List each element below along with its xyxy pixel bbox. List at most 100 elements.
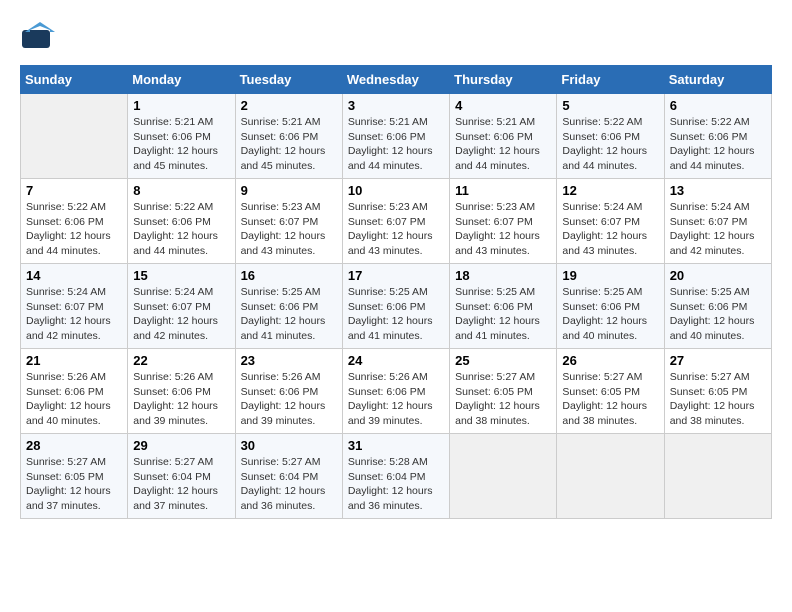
- calendar-cell: [450, 434, 557, 519]
- calendar-week-row: 28 Sunrise: 5:27 AM Sunset: 6:05 PM Dayli…: [21, 434, 772, 519]
- day-info: Sunrise: 5:25 AM Sunset: 6:06 PM Dayligh…: [348, 285, 444, 344]
- day-number: 10: [348, 183, 444, 198]
- day-info: Sunrise: 5:26 AM Sunset: 6:06 PM Dayligh…: [133, 370, 229, 429]
- day-info: Sunrise: 5:27 AM Sunset: 6:04 PM Dayligh…: [241, 455, 337, 514]
- day-info: Sunrise: 5:27 AM Sunset: 6:05 PM Dayligh…: [562, 370, 658, 429]
- calendar-cell: 18Sunrise: 5:25 AM Sunset: 6:06 PM Dayli…: [450, 264, 557, 349]
- day-number: 31: [348, 438, 444, 453]
- day-info: Sunrise: 5:27 AM Sunset: 6:05 PM Dayligh…: [455, 370, 551, 429]
- day-info: Sunrise: 5:23 AM Sunset: 6:07 PM Dayligh…: [455, 200, 551, 259]
- column-header-friday: Friday: [557, 66, 664, 94]
- column-header-thursday: Thursday: [450, 66, 557, 94]
- day-number: 28: [26, 438, 122, 453]
- calendar-cell: 6 Sunrise: 5:22 AM Sunset: 6:06 PM Daylig…: [664, 94, 771, 179]
- calendar-table: SundayMondayTuesdayWednesdayThursdayFrid…: [20, 65, 772, 519]
- day-number: 16: [241, 268, 337, 283]
- calendar-cell: 29Sunrise: 5:27 AM Sunset: 6:04 PM Dayli…: [128, 434, 235, 519]
- day-info: Sunrise: 5:21 AM Sunset: 6:06 PM Dayligh…: [241, 115, 337, 174]
- day-info: Sunrise: 5:28 AM Sunset: 6:04 PM Dayligh…: [348, 455, 444, 514]
- page-header: [20, 20, 772, 55]
- calendar-week-row: 21 Sunrise: 5:26 AM Sunset: 6:06 PM Dayli…: [21, 349, 772, 434]
- day-info: Sunrise: 5:25 AM Sunset: 6:06 PM Dayligh…: [455, 285, 551, 344]
- day-info: Sunrise: 5:21 AM Sunset: 6:06 PM Dayligh…: [455, 115, 551, 174]
- calendar-cell: 2 Sunrise: 5:21 AM Sunset: 6:06 PM Daylig…: [235, 94, 342, 179]
- day-info: Sunrise: 5:27 AM Sunset: 6:05 PM Dayligh…: [26, 455, 122, 514]
- calendar-cell: 20Sunrise: 5:25 AM Sunset: 6:06 PM Dayli…: [664, 264, 771, 349]
- calendar-cell: 21 Sunrise: 5:26 AM Sunset: 6:06 PM Dayli…: [21, 349, 128, 434]
- calendar-cell: 1 Sunrise: 5:21 AM Sunset: 6:06 PM Daylig…: [128, 94, 235, 179]
- calendar-cell: 13 Sunrise: 5:24 AM Sunset: 6:07 PM Dayli…: [664, 179, 771, 264]
- day-info: Sunrise: 5:25 AM Sunset: 6:06 PM Dayligh…: [562, 285, 658, 344]
- calendar-cell: 23 Sunrise: 5:26 AM Sunset: 6:06 PM Dayli…: [235, 349, 342, 434]
- day-info: Sunrise: 5:22 AM Sunset: 6:06 PM Dayligh…: [562, 115, 658, 174]
- day-number: 7: [26, 183, 122, 198]
- day-info: Sunrise: 5:27 AM Sunset: 6:05 PM Dayligh…: [670, 370, 766, 429]
- calendar-cell: 5 Sunrise: 5:22 AM Sunset: 6:06 PM Daylig…: [557, 94, 664, 179]
- calendar-cell: 10 Sunrise: 5:23 AM Sunset: 6:07 PM Dayli…: [342, 179, 449, 264]
- calendar-cell: 30 Sunrise: 5:27 AM Sunset: 6:04 PM Dayli…: [235, 434, 342, 519]
- column-header-tuesday: Tuesday: [235, 66, 342, 94]
- calendar-cell: 26Sunrise: 5:27 AM Sunset: 6:05 PM Dayli…: [557, 349, 664, 434]
- day-number: 29: [133, 438, 229, 453]
- calendar-cell: 15 Sunrise: 5:24 AM Sunset: 6:07 PM Dayli…: [128, 264, 235, 349]
- day-number: 27: [670, 353, 766, 368]
- day-number: 14: [26, 268, 122, 283]
- day-number: 30: [241, 438, 337, 453]
- day-number: 23: [241, 353, 337, 368]
- calendar-cell: [21, 94, 128, 179]
- day-info: Sunrise: 5:23 AM Sunset: 6:07 PM Dayligh…: [348, 200, 444, 259]
- day-number: 5: [562, 98, 658, 113]
- calendar-cell: 12Sunrise: 5:24 AM Sunset: 6:07 PM Dayli…: [557, 179, 664, 264]
- column-header-saturday: Saturday: [664, 66, 771, 94]
- day-number: 6: [670, 98, 766, 113]
- day-info: Sunrise: 5:25 AM Sunset: 6:06 PM Dayligh…: [241, 285, 337, 344]
- day-number: 1: [133, 98, 229, 113]
- calendar-cell: 19Sunrise: 5:25 AM Sunset: 6:06 PM Dayli…: [557, 264, 664, 349]
- day-info: Sunrise: 5:21 AM Sunset: 6:06 PM Dayligh…: [133, 115, 229, 174]
- calendar-cell: 11 Sunrise: 5:23 AM Sunset: 6:07 PM Dayli…: [450, 179, 557, 264]
- day-number: 8: [133, 183, 229, 198]
- day-number: 2: [241, 98, 337, 113]
- day-info: Sunrise: 5:21 AM Sunset: 6:06 PM Dayligh…: [348, 115, 444, 174]
- calendar-cell: 7Sunrise: 5:22 AM Sunset: 6:06 PM Daylig…: [21, 179, 128, 264]
- calendar-week-row: 7 Sunrise: 5:22 AM Sunset: 6:06 PM Daylig…: [21, 179, 772, 264]
- day-number: 22: [133, 353, 229, 368]
- day-info: Sunrise: 5:23 AM Sunset: 6:07 PM Dayligh…: [241, 200, 337, 259]
- calendar-cell: 9 Sunrise: 5:23 AM Sunset: 6:07 PM Daylig…: [235, 179, 342, 264]
- calendar-week-row: 14 Sunrise: 5:24 AM Sunset: 6:07 PM Dayli…: [21, 264, 772, 349]
- column-header-wednesday: Wednesday: [342, 66, 449, 94]
- day-number: 15: [133, 268, 229, 283]
- day-info: Sunrise: 5:26 AM Sunset: 6:06 PM Dayligh…: [348, 370, 444, 429]
- day-info: Sunrise: 5:24 AM Sunset: 6:07 PM Dayligh…: [133, 285, 229, 344]
- calendar-cell: 8 Sunrise: 5:22 AM Sunset: 6:06 PM Daylig…: [128, 179, 235, 264]
- day-info: Sunrise: 5:22 AM Sunset: 6:06 PM Dayligh…: [133, 200, 229, 259]
- calendar-cell: 28 Sunrise: 5:27 AM Sunset: 6:05 PM Dayli…: [21, 434, 128, 519]
- calendar-cell: 25Sunrise: 5:27 AM Sunset: 6:05 PM Dayli…: [450, 349, 557, 434]
- calendar-cell: 3 Sunrise: 5:21 AM Sunset: 6:06 PM Daylig…: [342, 94, 449, 179]
- calendar-cell: [664, 434, 771, 519]
- day-info: Sunrise: 5:26 AM Sunset: 6:06 PM Dayligh…: [241, 370, 337, 429]
- day-info: Sunrise: 5:24 AM Sunset: 6:07 PM Dayligh…: [26, 285, 122, 344]
- day-info: Sunrise: 5:25 AM Sunset: 6:06 PM Dayligh…: [670, 285, 766, 344]
- calendar-cell: 24 Sunrise: 5:26 AM Sunset: 6:06 PM Dayli…: [342, 349, 449, 434]
- day-number: 3: [348, 98, 444, 113]
- day-number: 24: [348, 353, 444, 368]
- day-info: Sunrise: 5:26 AM Sunset: 6:06 PM Dayligh…: [26, 370, 122, 429]
- calendar-cell: 4 Sunrise: 5:21 AM Sunset: 6:06 PM Daylig…: [450, 94, 557, 179]
- day-info: Sunrise: 5:22 AM Sunset: 6:06 PM Dayligh…: [670, 115, 766, 174]
- day-number: 13: [670, 183, 766, 198]
- calendar-cell: 14 Sunrise: 5:24 AM Sunset: 6:07 PM Dayli…: [21, 264, 128, 349]
- calendar-header-row: SundayMondayTuesdayWednesdayThursdayFrid…: [21, 66, 772, 94]
- column-header-monday: Monday: [128, 66, 235, 94]
- day-number: 9: [241, 183, 337, 198]
- logo: [20, 20, 64, 55]
- calendar-cell: 31 Sunrise: 5:28 AM Sunset: 6:04 PM Dayli…: [342, 434, 449, 519]
- day-number: 4: [455, 98, 551, 113]
- calendar-cell: [557, 434, 664, 519]
- day-number: 11: [455, 183, 551, 198]
- day-info: Sunrise: 5:24 AM Sunset: 6:07 PM Dayligh…: [670, 200, 766, 259]
- column-header-sunday: Sunday: [21, 66, 128, 94]
- calendar-week-row: 1 Sunrise: 5:21 AM Sunset: 6:06 PM Daylig…: [21, 94, 772, 179]
- day-number: 21: [26, 353, 122, 368]
- day-info: Sunrise: 5:24 AM Sunset: 6:07 PM Dayligh…: [562, 200, 658, 259]
